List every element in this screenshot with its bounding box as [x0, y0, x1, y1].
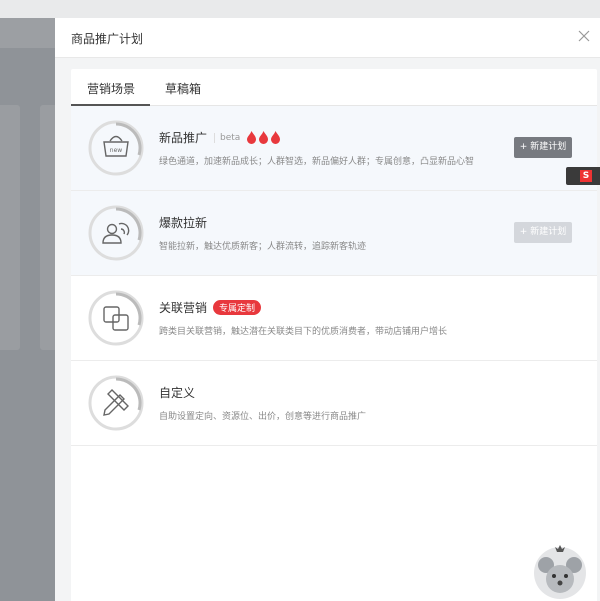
scene-item-custom[interactable]: 自定义 自助设置定向、资源位、出价，创意等进行商品推广: [71, 361, 597, 446]
tab-marketing-scene[interactable]: 营销场景: [87, 80, 135, 97]
exclusive-badge: 专属定制: [213, 300, 262, 315]
background-card: [40, 105, 55, 350]
scene-item-new-product[interactable]: new 新品推广 beta 绿色通道，加速新品成长；人群智选，新品偏好人群；专属…: [71, 106, 597, 191]
scene-title: 自定义: [159, 384, 195, 401]
background-topbar: [0, 0, 600, 18]
users-growth-icon: [88, 205, 144, 261]
pencil-ruler-icon: [88, 375, 144, 431]
promotion-plan-drawer: 商品推广计划 营销场景 草稿箱 new 新品推广 beta 绿色通道，加速新品成…: [55, 18, 600, 601]
flame-icon: [271, 131, 281, 144]
linked-squares-icon: [88, 290, 144, 346]
scene-title-text: 关联营销: [159, 301, 208, 315]
scene-description: 绿色通道，加速新品成长；人群智选，新品偏好人群；专属创意，凸显新品心智: [159, 157, 475, 167]
beta-tag: beta: [214, 132, 240, 143]
scene-panel: 营销场景 草稿箱 new 新品推广 beta 绿色通道，加速新品成长；人群智选，…: [71, 69, 597, 601]
svg-text:new: new: [110, 147, 122, 154]
scene-title: 爆款拉新: [159, 214, 207, 231]
scene-item-hot-product[interactable]: 爆款拉新 智能拉新，触达优质新客；人群流转，追踪新客轨迹 + 新建计划: [71, 191, 597, 276]
close-icon[interactable]: [576, 28, 592, 44]
scene-title-text: 新品推广: [159, 131, 208, 145]
new-plan-button[interactable]: + 新建计划: [514, 222, 572, 243]
tab-bar: 营销场景 草稿箱: [71, 69, 597, 106]
scene-title: 关联营销 专属定制: [159, 299, 262, 316]
scene-description: 跨类目关联营销，触达潜在关联类目下的优质消费者，带动店铺用户增长: [159, 327, 448, 337]
hot-rating: [246, 131, 281, 144]
shopping-basket-new-icon: new: [88, 120, 144, 176]
background-card: [0, 105, 20, 350]
drawer-header: 商品推广计划: [55, 18, 600, 58]
background-strip: [0, 18, 55, 48]
scene-title: 新品推广 beta: [159, 129, 281, 146]
new-plan-button[interactable]: + 新建计划: [514, 137, 572, 158]
scene-item-related-marketing[interactable]: 关联营销 专属定制 跨类目关联营销，触达潜在关联类目下的优质消费者，带动店铺用户…: [71, 276, 597, 361]
scene-description: 智能拉新，触达优质新客；人群流转，追踪新客轨迹: [159, 242, 367, 252]
flame-icon: [247, 131, 257, 144]
flame-icon: [259, 131, 269, 144]
scene-title-text: 自定义: [159, 386, 196, 400]
scene-description: 自助设置定向、资源位、出价，创意等进行商品推广: [159, 412, 367, 422]
drawer-title: 商品推广计划: [71, 32, 144, 46]
side-float-label: S: [580, 170, 592, 182]
scene-title-text: 爆款拉新: [159, 216, 208, 230]
mascot-helper-icon[interactable]: [532, 543, 588, 601]
side-float-widget[interactable]: S: [566, 167, 600, 185]
tab-drafts[interactable]: 草稿箱: [165, 80, 201, 97]
